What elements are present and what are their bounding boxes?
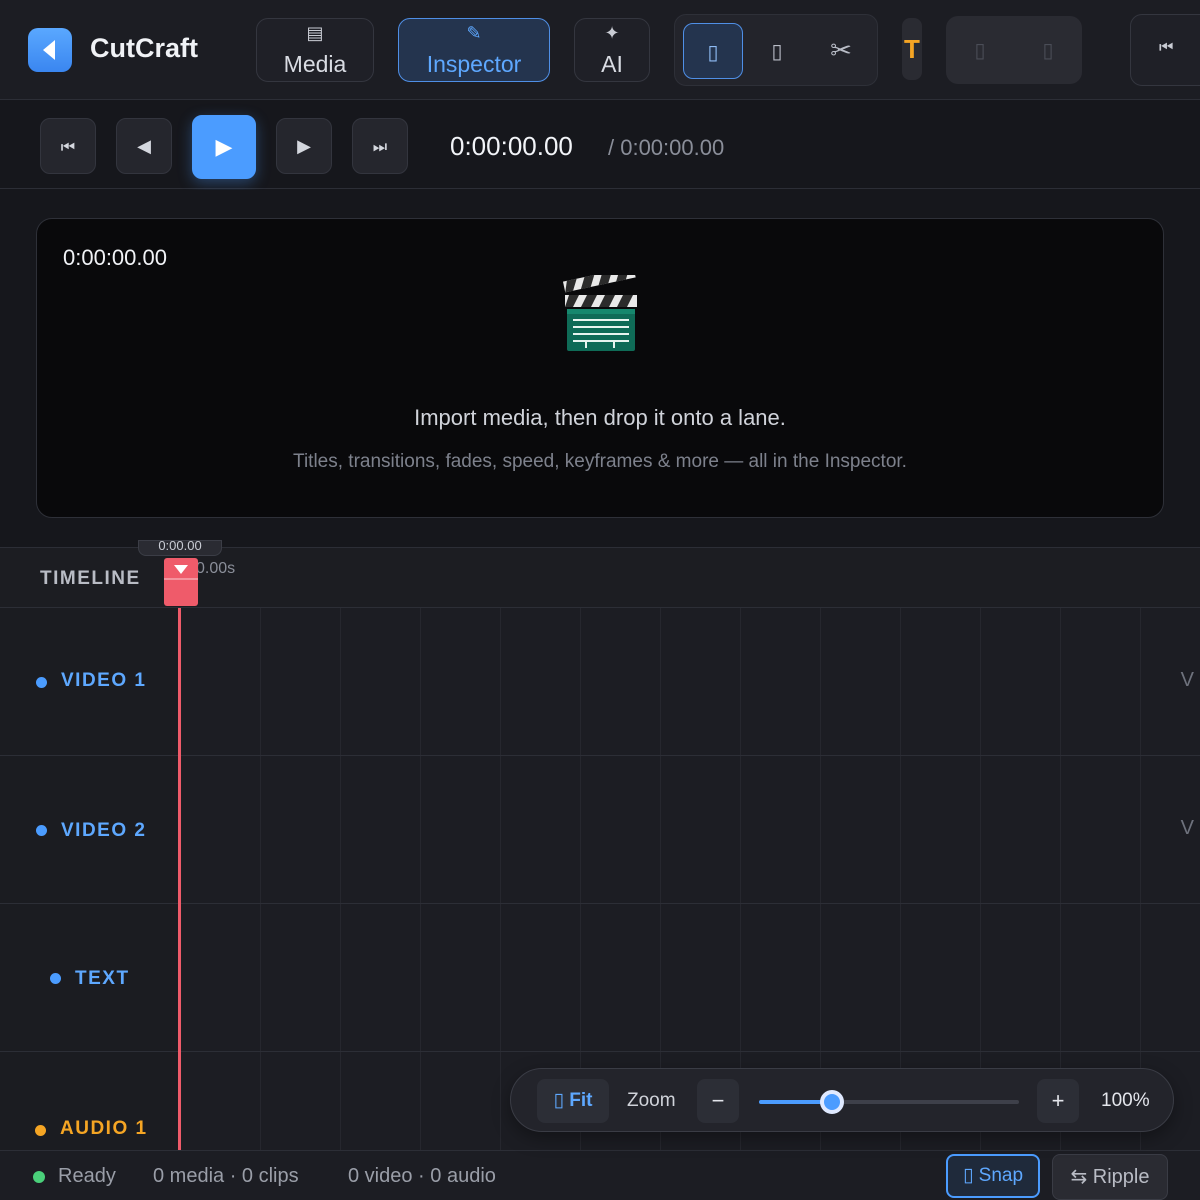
select-tool-button[interactable]: ▯ bbox=[683, 23, 743, 79]
skip-end-icon: ⏭ bbox=[372, 137, 388, 156]
sparkle-icon: ✦ bbox=[604, 23, 620, 44]
step-forward-button[interactable]: ▶ bbox=[276, 118, 332, 174]
list-icon: ▤ bbox=[306, 23, 324, 44]
edit-tool-group: ▯ ▯ ✂ bbox=[674, 14, 878, 86]
skip-start-icon: ⏮ bbox=[60, 137, 76, 156]
mouse-pointer-icon: ▯ bbox=[707, 40, 719, 64]
total-time-display: / 0:00:00.00 bbox=[608, 135, 725, 160]
timeline-ruler[interactable]: TIMELINE 0.00s 0:00.00 bbox=[0, 540, 1200, 608]
tab-media[interactable]: ▤ Media bbox=[256, 18, 374, 82]
current-time-display: 0:00:00.00 bbox=[450, 131, 573, 161]
zoom-label: Zoom bbox=[627, 1090, 676, 1111]
play-icon: ▶ bbox=[215, 135, 233, 160]
timeline-panel: TIMELINE 0.00s 0:00.00 VIDEO 1 V VIDEO 2… bbox=[0, 540, 1200, 1150]
preview-timecode: 0:00:00.00 bbox=[63, 245, 167, 270]
status-text: Ready bbox=[58, 1165, 116, 1187]
lane-header[interactable]: AUDIO 1 bbox=[0, 1052, 180, 1150]
lane-name: AUDIO 1 bbox=[60, 1118, 148, 1139]
lane-drop-area[interactable] bbox=[180, 756, 1200, 903]
app-title: CutCraft bbox=[90, 33, 198, 63]
video-audio-count: 0 video · 0 audio bbox=[348, 1165, 496, 1187]
step-forward-icon: ▶ bbox=[297, 136, 311, 157]
preview-area: 0:00:00.00 Import media, then drop it on… bbox=[0, 190, 1200, 546]
pencil-icon: ✎ bbox=[466, 23, 482, 44]
playhead-handle[interactable] bbox=[164, 558, 198, 606]
skip-start-icon: ⏮ bbox=[1159, 37, 1174, 56]
tab-ai-label: AI bbox=[601, 51, 623, 77]
text-tool-button[interactable]: T bbox=[902, 18, 922, 80]
step-back-icon: ◀ bbox=[137, 136, 151, 157]
lane-name: VIDEO 2 bbox=[61, 820, 147, 841]
undo-icon: ▯ bbox=[974, 38, 986, 62]
history-group: ▯ ▯ bbox=[946, 16, 1082, 84]
tab-media-label: Media bbox=[283, 51, 347, 77]
transport-bar: ⏮ ◀ ▶ ▶ ⏭ 0:00:00.00 / 0:00:00.00 bbox=[0, 101, 1200, 189]
zoom-out-button[interactable]: − bbox=[697, 1079, 739, 1123]
lane-drop-area[interactable] bbox=[180, 904, 1200, 1051]
status-bar: Ready 0 media · 0 clips 0 video · 0 audi… bbox=[0, 1150, 1200, 1200]
fit-button[interactable]: ▯ Fit bbox=[537, 1079, 609, 1123]
ripple-toggle[interactable]: ⇆ Ripple bbox=[1052, 1154, 1168, 1200]
snap-toggle[interactable]: ▯ Snap bbox=[946, 1154, 1040, 1198]
lane-header[interactable]: VIDEO 1 bbox=[0, 608, 180, 755]
step-back-button[interactable]: ◀ bbox=[116, 118, 172, 174]
scissors-icon: ✂ bbox=[830, 36, 852, 66]
playhead-line[interactable] bbox=[178, 608, 181, 1150]
empty-state-subtitle: Titles, transitions, fades, speed, keyfr… bbox=[293, 451, 907, 472]
text-icon: T bbox=[904, 34, 920, 64]
skip-to-start-button[interactable]: ⏮ bbox=[1130, 14, 1200, 86]
preview-viewer[interactable]: 0:00:00.00 Import media, then drop it on… bbox=[36, 218, 1164, 518]
clapperboard-icon bbox=[563, 275, 637, 351]
zoom-value: 100% bbox=[1101, 1090, 1150, 1111]
lane-dot bbox=[36, 825, 47, 836]
blade-tool-button[interactable]: ▯ bbox=[747, 23, 807, 79]
go-to-start-button[interactable]: ⏮ bbox=[40, 118, 96, 174]
undo-button[interactable]: ▯ bbox=[946, 16, 1014, 84]
lane-dot bbox=[36, 677, 47, 688]
media-clip-count: 0 media · 0 clips bbox=[153, 1165, 299, 1187]
playhead-time-tooltip: 0:00.00 bbox=[138, 540, 222, 556]
app-logo-icon[interactable] bbox=[28, 28, 72, 72]
empty-state-title: Import media, then drop it onto a lane. bbox=[414, 405, 786, 430]
lane-type-tag: V bbox=[1180, 817, 1194, 839]
play-button[interactable]: ▶ bbox=[192, 115, 256, 179]
ruler-tick-label: 0.00s bbox=[196, 560, 236, 577]
lane-header[interactable]: VIDEO 2 bbox=[0, 756, 180, 903]
lane-name: TEXT bbox=[75, 968, 130, 989]
zoom-slider[interactable] bbox=[759, 1100, 1019, 1104]
lane-name: VIDEO 1 bbox=[61, 670, 147, 691]
redo-icon: ▯ bbox=[1042, 38, 1054, 62]
cut-tool-button[interactable]: ✂ bbox=[811, 23, 871, 79]
status-indicator-icon bbox=[33, 1171, 45, 1183]
tab-inspector-label: Inspector bbox=[426, 51, 522, 77]
redo-button[interactable]: ▯ bbox=[1014, 16, 1082, 84]
lane-dot bbox=[50, 973, 61, 984]
tab-inspector[interactable]: ✎ Inspector bbox=[398, 18, 550, 82]
zoom-slider-thumb[interactable] bbox=[819, 1090, 844, 1114]
zoom-in-button[interactable]: + bbox=[1037, 1079, 1079, 1123]
zoom-controls: ▯ Fit Zoom − + 100% bbox=[510, 1068, 1174, 1132]
timeline-label: TIMELINE bbox=[40, 568, 141, 589]
top-toolbar: CutCraft ▤ Media ✎ Inspector ✦ AI ▯ ▯ ✂ … bbox=[0, 0, 1200, 100]
lane-header[interactable]: TEXT bbox=[0, 904, 180, 1051]
blade-icon: ▯ bbox=[771, 39, 783, 63]
go-to-end-button[interactable]: ⏭ bbox=[352, 118, 408, 174]
lane-dot bbox=[35, 1125, 46, 1136]
lane-drop-area[interactable] bbox=[180, 608, 1200, 755]
tab-ai[interactable]: ✦ AI bbox=[574, 18, 650, 82]
lane-type-tag: V bbox=[1180, 669, 1194, 691]
